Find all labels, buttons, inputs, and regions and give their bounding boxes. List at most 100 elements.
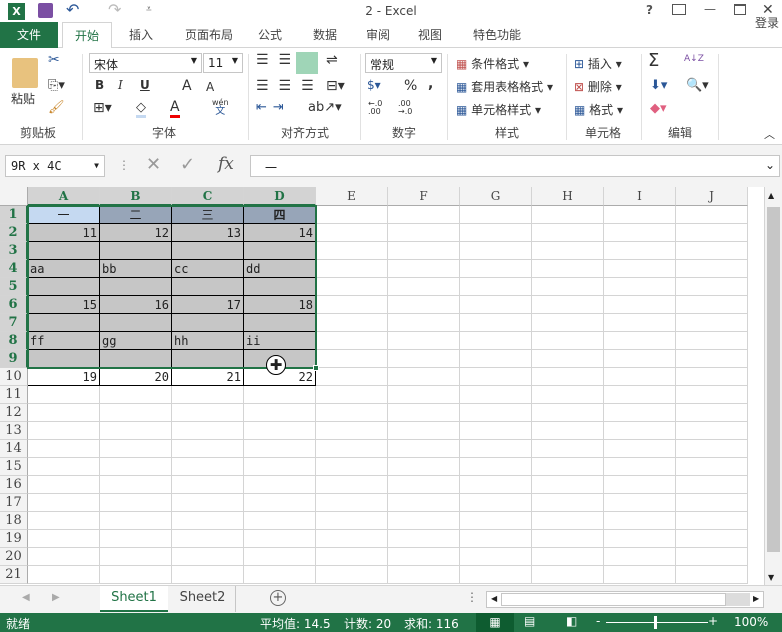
- cell-F13[interactable]: [388, 422, 460, 440]
- cell-J4[interactable]: [676, 260, 748, 278]
- vertical-align-icons[interactable]: ☰☰: [256, 52, 301, 68]
- cell-H13[interactable]: [532, 422, 604, 440]
- cell-E9[interactable]: [316, 350, 388, 368]
- tab-review[interactable]: 审阅: [356, 22, 400, 48]
- cell-I7[interactable]: [604, 314, 676, 332]
- cell-A15[interactable]: [28, 458, 100, 476]
- tab-file[interactable]: 文件: [0, 22, 58, 48]
- cell-E15[interactable]: [316, 458, 388, 476]
- cell-I4[interactable]: [604, 260, 676, 278]
- cell-C20[interactable]: [172, 548, 244, 566]
- cell-J8[interactable]: [676, 332, 748, 350]
- cell-H4[interactable]: [532, 260, 604, 278]
- row-header-16[interactable]: 16: [0, 476, 28, 494]
- row-header-2[interactable]: 2: [0, 224, 28, 242]
- cell-J13[interactable]: [676, 422, 748, 440]
- split-handle[interactable]: ⋮: [466, 590, 478, 604]
- cell-J21[interactable]: [676, 566, 748, 584]
- row-header-8[interactable]: 8: [0, 332, 28, 350]
- cell-D5[interactable]: [244, 278, 316, 296]
- row-header-10[interactable]: 10: [0, 368, 28, 386]
- cell-B20[interactable]: [100, 548, 172, 566]
- cell-F2[interactable]: [388, 224, 460, 242]
- zoom-in-button[interactable]: +: [708, 614, 718, 628]
- insert-function-button[interactable]: fx: [218, 154, 234, 174]
- cell-I3[interactable]: [604, 242, 676, 260]
- cell-B8[interactable]: gg: [100, 332, 172, 350]
- row-header-4[interactable]: 4: [0, 260, 28, 278]
- cell-F4[interactable]: [388, 260, 460, 278]
- tab-data[interactable]: 数据: [302, 22, 348, 48]
- decrease-decimal-button[interactable]: .00 →.0: [398, 100, 412, 116]
- cell-B17[interactable]: [100, 494, 172, 512]
- number-format-select[interactable]: 常规 ▼: [365, 53, 442, 73]
- zoom-level[interactable]: 100%: [734, 615, 768, 629]
- zoom-slider-thumb[interactable]: [654, 616, 657, 629]
- font-name-select[interactable]: 宋体 ▼: [89, 53, 202, 73]
- cell-E11[interactable]: [316, 386, 388, 404]
- minimize-button[interactable]: —: [704, 2, 716, 16]
- cell-E3[interactable]: [316, 242, 388, 260]
- scroll-down-icon[interactable]: ▼: [768, 573, 774, 582]
- cell-G4[interactable]: [460, 260, 532, 278]
- cell-A10[interactable]: 19: [28, 368, 100, 386]
- cell-A11[interactable]: [28, 386, 100, 404]
- cell-D13[interactable]: [244, 422, 316, 440]
- cell-F11[interactable]: [388, 386, 460, 404]
- accounting-format-icon[interactable]: $▾: [367, 78, 381, 92]
- cell-F12[interactable]: [388, 404, 460, 422]
- prev-sheet-icon[interactable]: ◀: [22, 592, 30, 603]
- formula-input[interactable]: 一 ⌄: [250, 155, 780, 177]
- cell-D8[interactable]: ii: [244, 332, 316, 350]
- cell-E10[interactable]: [316, 368, 388, 386]
- cell-F17[interactable]: [388, 494, 460, 512]
- cell-I10[interactable]: [604, 368, 676, 386]
- cell-J12[interactable]: [676, 404, 748, 422]
- row-header-13[interactable]: 13: [0, 422, 28, 440]
- cell-H2[interactable]: [532, 224, 604, 242]
- tab-page-layout[interactable]: 页面布局: [172, 22, 246, 48]
- cell-J20[interactable]: [676, 548, 748, 566]
- horizontal-align-icons[interactable]: ☰☰☰: [256, 78, 324, 94]
- cell-J3[interactable]: [676, 242, 748, 260]
- cell-C6[interactable]: 17: [172, 296, 244, 314]
- cell-B2[interactable]: 12: [100, 224, 172, 242]
- tab-view[interactable]: 视图: [408, 22, 452, 48]
- cell-J19[interactable]: [676, 530, 748, 548]
- cell-B7[interactable]: [100, 314, 172, 332]
- italic-button[interactable]: I: [118, 78, 123, 92]
- row-header-7[interactable]: 7: [0, 314, 28, 332]
- cell-D2[interactable]: 14: [244, 224, 316, 242]
- cell-H6[interactable]: [532, 296, 604, 314]
- column-header-J[interactable]: J: [676, 187, 748, 206]
- cell-A9[interactable]: [28, 350, 100, 368]
- percent-button[interactable]: %: [404, 78, 417, 94]
- cell-H9[interactable]: [532, 350, 604, 368]
- cell-I13[interactable]: [604, 422, 676, 440]
- page-break-view-button[interactable]: ◧: [566, 614, 577, 628]
- cell-D16[interactable]: [244, 476, 316, 494]
- cell-C5[interactable]: [172, 278, 244, 296]
- cell-A6[interactable]: 15: [28, 296, 100, 314]
- cell-B3[interactable]: [100, 242, 172, 260]
- align-bottom-button[interactable]: [296, 52, 318, 74]
- zoom-slider[interactable]: [606, 622, 708, 623]
- cell-G8[interactable]: [460, 332, 532, 350]
- cell-I15[interactable]: [604, 458, 676, 476]
- sheet-tab-sheet2[interactable]: Sheet2: [170, 586, 236, 612]
- row-header-15[interactable]: 15: [0, 458, 28, 476]
- cell-A19[interactable]: [28, 530, 100, 548]
- cell-F19[interactable]: [388, 530, 460, 548]
- cell-E8[interactable]: [316, 332, 388, 350]
- row-header-1[interactable]: 1: [0, 206, 28, 224]
- cell-B15[interactable]: [100, 458, 172, 476]
- cell-H17[interactable]: [532, 494, 604, 512]
- cell-I17[interactable]: [604, 494, 676, 512]
- cell-E14[interactable]: [316, 440, 388, 458]
- cell-D17[interactable]: [244, 494, 316, 512]
- cell-F5[interactable]: [388, 278, 460, 296]
- cell-F18[interactable]: [388, 512, 460, 530]
- fill-color-icon[interactable]: ◇: [136, 100, 146, 118]
- cell-H1[interactable]: [532, 206, 604, 224]
- cell-J10[interactable]: [676, 368, 748, 386]
